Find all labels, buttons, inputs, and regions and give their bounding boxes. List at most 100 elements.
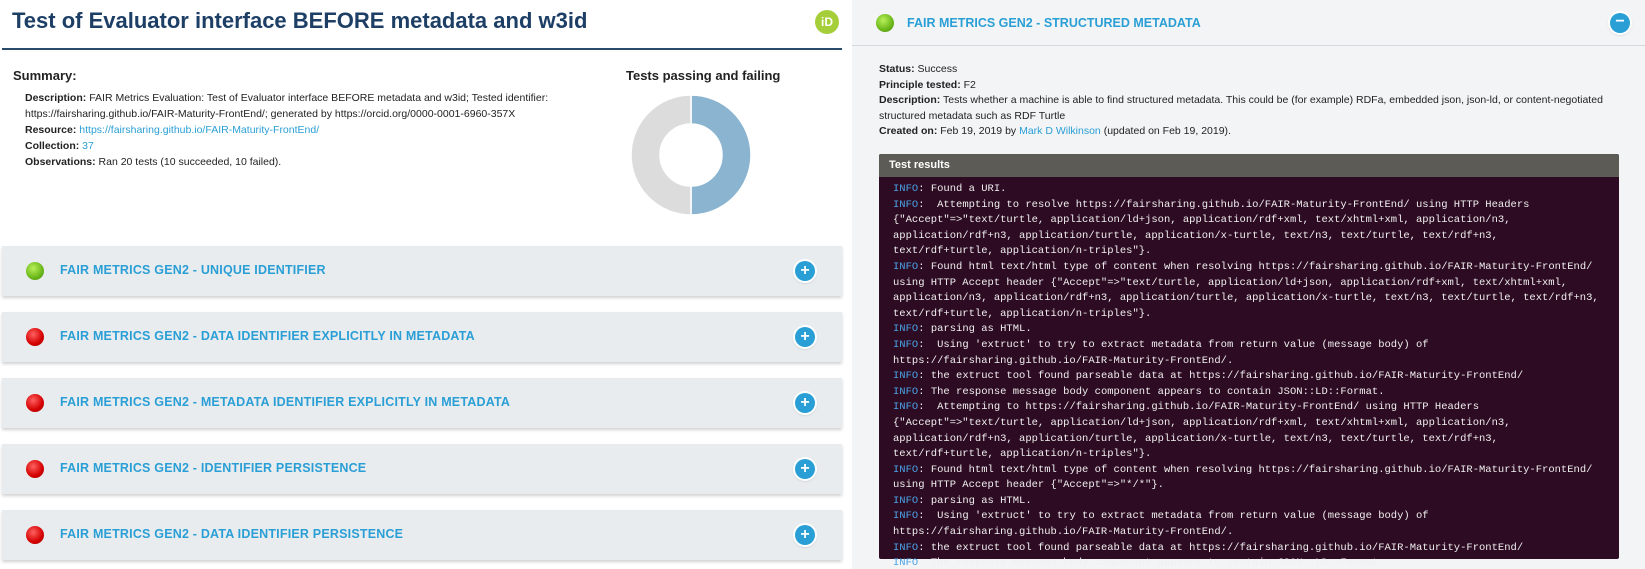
accordion-item-title[interactable]: FAIR METRICS GEN2 - IDENTIFIER PERSISTEN… xyxy=(60,461,366,475)
log-line: INFO: Using 'extruct' to try to extract … xyxy=(893,509,1605,540)
expand-plus-icon[interactable]: + xyxy=(795,261,815,281)
accordion-item-identifier-persistence[interactable]: FAIR METRICS GEN2 - IDENTIFIER PERSISTEN… xyxy=(2,444,842,494)
description-text: FAIR Metrics Evaluation: Test of Evaluat… xyxy=(25,92,549,120)
test-results-log: INFO: Found a URI. INFO: Attempting to re… xyxy=(879,177,1619,569)
observations-text: Ran 20 tests (10 succeeded, 10 failed). xyxy=(98,156,282,168)
pass-fail-donut-chart xyxy=(630,94,752,216)
updated-text: (updated on Feb 19, 2019). xyxy=(1103,125,1231,137)
log-level: INFO xyxy=(893,463,919,476)
log-line: INFO: Attempting to https://fairsharing.… xyxy=(893,400,1605,462)
description-label: Description: xyxy=(879,94,941,106)
log-line: INFO: the extruct tool found parseable d… xyxy=(893,541,1605,557)
summary-block: Description: FAIR Metrics Evaluation: Te… xyxy=(25,90,565,170)
expand-plus-icon[interactable]: + xyxy=(795,327,815,347)
log-level: INFO xyxy=(893,183,919,195)
log-line: INFO: Found a URI. xyxy=(893,182,1605,198)
donut-slice-succeeded xyxy=(690,94,752,216)
detail-title[interactable]: FAIR METRICS GEN2 - STRUCTURED METADATA xyxy=(907,16,1201,30)
log-level: INFO xyxy=(893,323,919,336)
summary-resource: Resource: https://fairsharing.github.io/… xyxy=(25,122,565,138)
test-results-box: Test results INFO: Found a URI. INFO: Att… xyxy=(879,154,1619,569)
summary-description: Description: FAIR Metrics Evaluation: Te… xyxy=(25,90,565,122)
evaluation-summary-panel: Test of Evaluator interface BEFORE metad… xyxy=(0,0,850,569)
author-link[interactable]: Mark D Wilkinson xyxy=(1019,125,1101,137)
log-message: : The response message body component ap… xyxy=(918,557,1385,569)
log-line: INFO: the extruct tool found parseable d… xyxy=(893,369,1605,385)
resource-link[interactable]: https://fairsharing.github.io/FAIR-Matur… xyxy=(79,124,319,136)
principle-line: Principle tested: F2 xyxy=(879,78,1619,94)
accordion-item-title[interactable]: FAIR METRICS GEN2 - DATA IDENTIFIER EXPL… xyxy=(60,329,475,343)
summary-collection: Collection: 37 xyxy=(25,138,565,154)
accordion-item-unique-identifier[interactable]: FAIR METRICS GEN2 - UNIQUE IDENTIFIER + xyxy=(2,246,842,296)
created-by-word: by xyxy=(1005,125,1017,137)
log-line: INFO: The response message body componen… xyxy=(893,385,1605,401)
status-value: Success xyxy=(917,63,958,75)
log-line: INFO: parsing as HTML. xyxy=(893,494,1605,510)
collapse-minus-icon[interactable]: − xyxy=(1610,13,1630,33)
status-failure-icon xyxy=(26,394,44,412)
status-label: Status: xyxy=(879,63,915,75)
status-success-icon xyxy=(876,14,894,32)
log-line: INFO: parsing as HTML. xyxy=(893,322,1605,338)
accordion-item-metadata-identifier-explicitly-in-metadata[interactable]: FAIR METRICS GEN2 - METADATA IDENTIFIER … xyxy=(2,378,842,428)
page-title: Test of Evaluator interface BEFORE metad… xyxy=(12,8,588,33)
log-level: INFO xyxy=(893,401,919,414)
description-text: Tests whether a machine is able to find … xyxy=(879,94,1603,122)
log-level: INFO xyxy=(893,370,919,383)
status-failure-icon xyxy=(26,460,44,478)
test-metadata: Status: Success Principle tested: F2 Des… xyxy=(879,62,1619,140)
summary-observations: Observations: Ran 20 tests (10 succeeded… xyxy=(25,154,565,170)
orcid-icon[interactable]: iD xyxy=(815,10,839,34)
principle-label: Principle tested: xyxy=(879,78,961,91)
log-level: INFO xyxy=(893,385,919,398)
accordion-item-title[interactable]: FAIR METRICS GEN2 - DATA IDENTIFIER PERS… xyxy=(60,527,403,541)
log-message: : Using 'extruct' to try to extract meta… xyxy=(893,338,1435,367)
log-message: : Found html text/html type of content w… xyxy=(893,463,1599,492)
expand-plus-icon[interactable]: + xyxy=(795,459,815,479)
summary-heading: Summary: xyxy=(13,68,77,83)
log-level: INFO xyxy=(893,198,919,211)
detail-header[interactable]: FAIR METRICS GEN2 - STRUCTURED METADATA … xyxy=(852,0,1645,46)
created-line: Created on: Feb 19, 2019 by Mark D Wilki… xyxy=(879,124,1619,140)
collection-label: Collection: xyxy=(25,140,80,152)
log-level: INFO xyxy=(893,541,919,554)
principle-value: F2 xyxy=(963,78,976,91)
accordion-item-title[interactable]: FAIR METRICS GEN2 - UNIQUE IDENTIFIER xyxy=(60,263,326,277)
log-level: INFO xyxy=(893,494,919,507)
status-failure-icon xyxy=(26,328,44,346)
expand-plus-icon[interactable]: + xyxy=(795,393,815,413)
expand-plus-icon[interactable]: + xyxy=(795,525,815,545)
log-message: : parsing as HTML. xyxy=(918,323,1032,336)
created-label: Created on: xyxy=(879,125,938,137)
log-line: INFO: Found html text/html type of conte… xyxy=(893,463,1605,494)
donut-slice-failed xyxy=(630,94,692,216)
test-results-heading: Test results xyxy=(879,154,1619,177)
log-line: INFO: Found html text/html type of conte… xyxy=(893,260,1605,322)
collection-link[interactable]: 37 xyxy=(82,140,94,152)
log-message: : Attempting to https://fairsharing.gith… xyxy=(893,401,1517,461)
log-level: INFO xyxy=(893,557,919,569)
status-failure-icon xyxy=(26,526,44,544)
log-message: : the extruct tool found parseable data … xyxy=(918,370,1524,383)
log-message: : the extruct tool found parseable data … xyxy=(918,541,1524,554)
log-level: INFO xyxy=(893,338,919,351)
log-level: INFO xyxy=(893,510,919,523)
status-success-icon xyxy=(26,262,44,280)
accordion-item-data-identifier-explicitly-in-metadata[interactable]: FAIR METRICS GEN2 - DATA IDENTIFIER EXPL… xyxy=(2,312,842,362)
log-message: : Found a URI. xyxy=(918,183,1007,195)
accordion-item-data-identifier-persistence[interactable]: FAIR METRICS GEN2 - DATA IDENTIFIER PERS… xyxy=(2,510,842,560)
created-date: Feb 19, 2019 xyxy=(940,125,1003,137)
log-message: : Attempting to resolve https://fairshar… xyxy=(893,198,1536,258)
accordion-item-title[interactable]: FAIR METRICS GEN2 - METADATA IDENTIFIER … xyxy=(60,395,510,409)
title-divider xyxy=(2,48,842,50)
description-label: Description: xyxy=(25,92,87,104)
log-message: : Found html text/html type of content w… xyxy=(893,260,1606,320)
log-message: : parsing as HTML. xyxy=(918,494,1032,507)
log-message: : The response message body component ap… xyxy=(918,385,1385,398)
status-line: Status: Success xyxy=(879,62,1619,78)
test-detail-panel: FAIR METRICS GEN2 - STRUCTURED METADATA … xyxy=(852,0,1645,569)
chart-title: Tests passing and failing xyxy=(626,68,781,83)
log-line: INFO: The response message body componen… xyxy=(893,556,1605,569)
observations-label: Observations: xyxy=(25,156,96,168)
log-message: : Using 'extruct' to try to extract meta… xyxy=(893,510,1435,539)
